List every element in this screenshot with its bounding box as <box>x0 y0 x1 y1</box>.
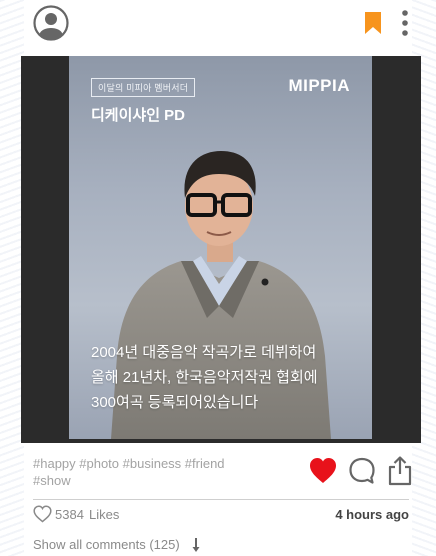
caption-line: 2004년 대중음악 작곡가로 데뷔하여 <box>91 344 317 361</box>
heart-outline-icon[interactable] <box>33 505 52 523</box>
show-comments-label: Show all comments (125) <box>33 537 180 552</box>
post-media[interactable]: 이달의 미피아 멤버서더 디케이샤인 PD MIPPIA 2004년 대중음악 … <box>21 56 421 443</box>
post-photo: 이달의 미피아 멤버서더 디케이샤인 PD MIPPIA 2004년 대중음악 … <box>69 56 372 439</box>
photo-title: 디케이샤인 PD <box>91 107 186 124</box>
caption-line: 올해 21년차, 한국음악저작권 협회에 <box>91 369 318 386</box>
likes-count: 5384 <box>55 507 84 522</box>
avatar[interactable] <box>33 5 69 41</box>
bookmark-icon[interactable] <box>364 11 382 35</box>
more-options-icon[interactable] <box>398 9 412 37</box>
share-icon[interactable] <box>385 455 415 487</box>
photo-caption: 2004년 대중음악 작곡가로 데뷔하여 올해 21년차, 한국음악저작권 협회… <box>91 340 361 415</box>
likes-label: Likes <box>89 507 120 522</box>
brand-logo: MIPPIA <box>288 76 350 95</box>
hashtags[interactable]: #happy #photo #business #friend #show <box>33 455 243 489</box>
heart-icon[interactable] <box>308 455 338 487</box>
caption-line: 300여곡 등록되어있습니다 <box>91 394 259 411</box>
member-badge: 이달의 미피아 멤버서더 <box>91 78 196 97</box>
arrow-down-icon <box>192 538 200 552</box>
show-comments-link[interactable]: Show all comments (125) <box>33 537 200 552</box>
divider <box>33 499 409 500</box>
post-header <box>0 0 436 48</box>
comment-icon[interactable] <box>347 455 377 487</box>
post-timestamp: 4 hours ago <box>335 507 409 522</box>
